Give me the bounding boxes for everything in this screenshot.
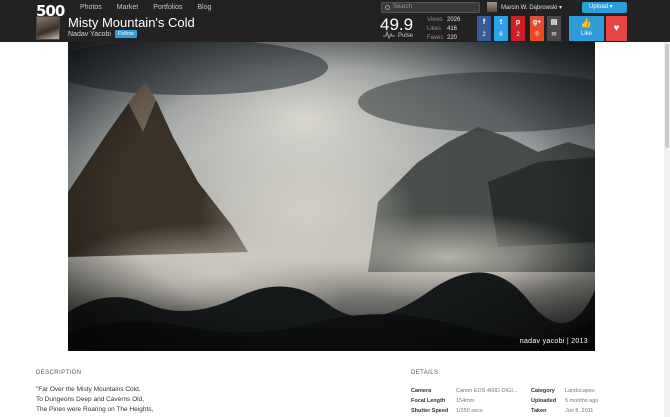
details-left: Camera Canon EOS 400D DIGI... Focal Lengt… bbox=[411, 386, 517, 416]
stat-views: Views 2026 bbox=[427, 17, 461, 23]
stat-likes: Likes 416 bbox=[427, 26, 458, 32]
detail-category: Category Landscapes bbox=[531, 388, 595, 394]
mountain-photo-image bbox=[68, 42, 595, 351]
share-email-button[interactable]: ▤ ✉ bbox=[547, 16, 561, 41]
main-nav: Photos Market Portfolios Blog bbox=[80, 4, 226, 11]
details-heading: DETAILS bbox=[411, 370, 439, 376]
share-twitter-button[interactable]: t 6 bbox=[494, 16, 508, 41]
pinterest-icon: p bbox=[515, 19, 521, 26]
nav-market[interactable]: Market bbox=[117, 4, 138, 11]
description-line: To Dungeons Deep and Caverns Old, bbox=[36, 396, 145, 403]
share-count: 2 bbox=[482, 32, 486, 38]
top-bar: 500 Photos Market Portfolios Blog Misty … bbox=[0, 0, 670, 42]
nav-photos[interactable]: Photos bbox=[80, 4, 102, 11]
pulse-value: 49.9 bbox=[380, 15, 414, 34]
nav-portfolios[interactable]: Portfolios bbox=[153, 4, 182, 11]
photo-watermark: nadav yacobi | 2013 bbox=[519, 338, 588, 345]
photo-title: Misty Mountain's Cold bbox=[68, 15, 195, 30]
user-avatar[interactable] bbox=[487, 2, 497, 12]
search-placeholder: Search bbox=[393, 4, 413, 10]
facebook-icon: f bbox=[482, 19, 486, 26]
like-label: Like bbox=[580, 31, 592, 37]
upload-button[interactable]: Upload ▾ bbox=[582, 2, 627, 13]
author-avatar[interactable] bbox=[36, 16, 60, 40]
detail-camera: Camera Canon EOS 400D DIGI... bbox=[411, 388, 518, 394]
details-right: Category Landscapes Uploaded 5 months ago … bbox=[531, 386, 598, 416]
twitter-icon: t bbox=[499, 19, 503, 26]
photo-stats: Views 2026 Likes 416 Faves 220 bbox=[427, 16, 460, 43]
follow-button[interactable]: Follow bbox=[115, 30, 137, 38]
share-facebook-button[interactable]: f 2 bbox=[477, 16, 491, 41]
scrollbar-thumb[interactable] bbox=[665, 44, 669, 148]
search-icon bbox=[385, 5, 390, 10]
embed-icon: ▤ bbox=[550, 19, 558, 26]
search-input[interactable]: Search bbox=[381, 2, 480, 13]
description-text: "Far Over the Misty Mountains Cold, To D… bbox=[36, 385, 153, 415]
email-icon: ✉ bbox=[551, 32, 557, 38]
share-pinterest-button[interactable]: p 2 bbox=[511, 16, 525, 41]
share-stumbleupon-button[interactable]: ◎ bbox=[530, 28, 544, 41]
description-line: "Far Over the Misty Mountains Cold, bbox=[36, 386, 141, 393]
share-count: 2 bbox=[516, 32, 520, 38]
detail-taken: Taken Jun 8, 2011 bbox=[531, 408, 594, 414]
thumbs-up-icon: 👍 bbox=[580, 18, 593, 28]
scrollbar[interactable] bbox=[664, 42, 670, 417]
detail-focal-length: Focal Length 154mm bbox=[411, 398, 475, 404]
detail-uploaded: Uploaded 5 months ago bbox=[531, 398, 599, 404]
nav-blog[interactable]: Blog bbox=[197, 4, 211, 11]
heart-icon: ♥ bbox=[613, 23, 620, 34]
description-heading: DESCRIPTION bbox=[36, 370, 82, 376]
pulse-label: Pulse bbox=[398, 33, 414, 39]
description-line: The Pines were Roaring on The Heights, bbox=[36, 406, 154, 413]
detail-shutter-speed: Shutter Speed 1/250 secs bbox=[411, 408, 483, 414]
author-name[interactable]: Nadav Yacobi bbox=[68, 31, 111, 38]
stumbleupon-icon: ◎ bbox=[534, 31, 540, 37]
main-photo[interactable]: nadav yacobi | 2013 bbox=[68, 42, 595, 351]
favorite-button[interactable]: ♥ bbox=[606, 16, 627, 41]
user-menu[interactable]: Marcin W. Dąbrowski ▾ bbox=[501, 4, 562, 11]
share-count: 6 bbox=[499, 32, 503, 38]
like-button[interactable]: 👍 Like bbox=[569, 16, 604, 41]
